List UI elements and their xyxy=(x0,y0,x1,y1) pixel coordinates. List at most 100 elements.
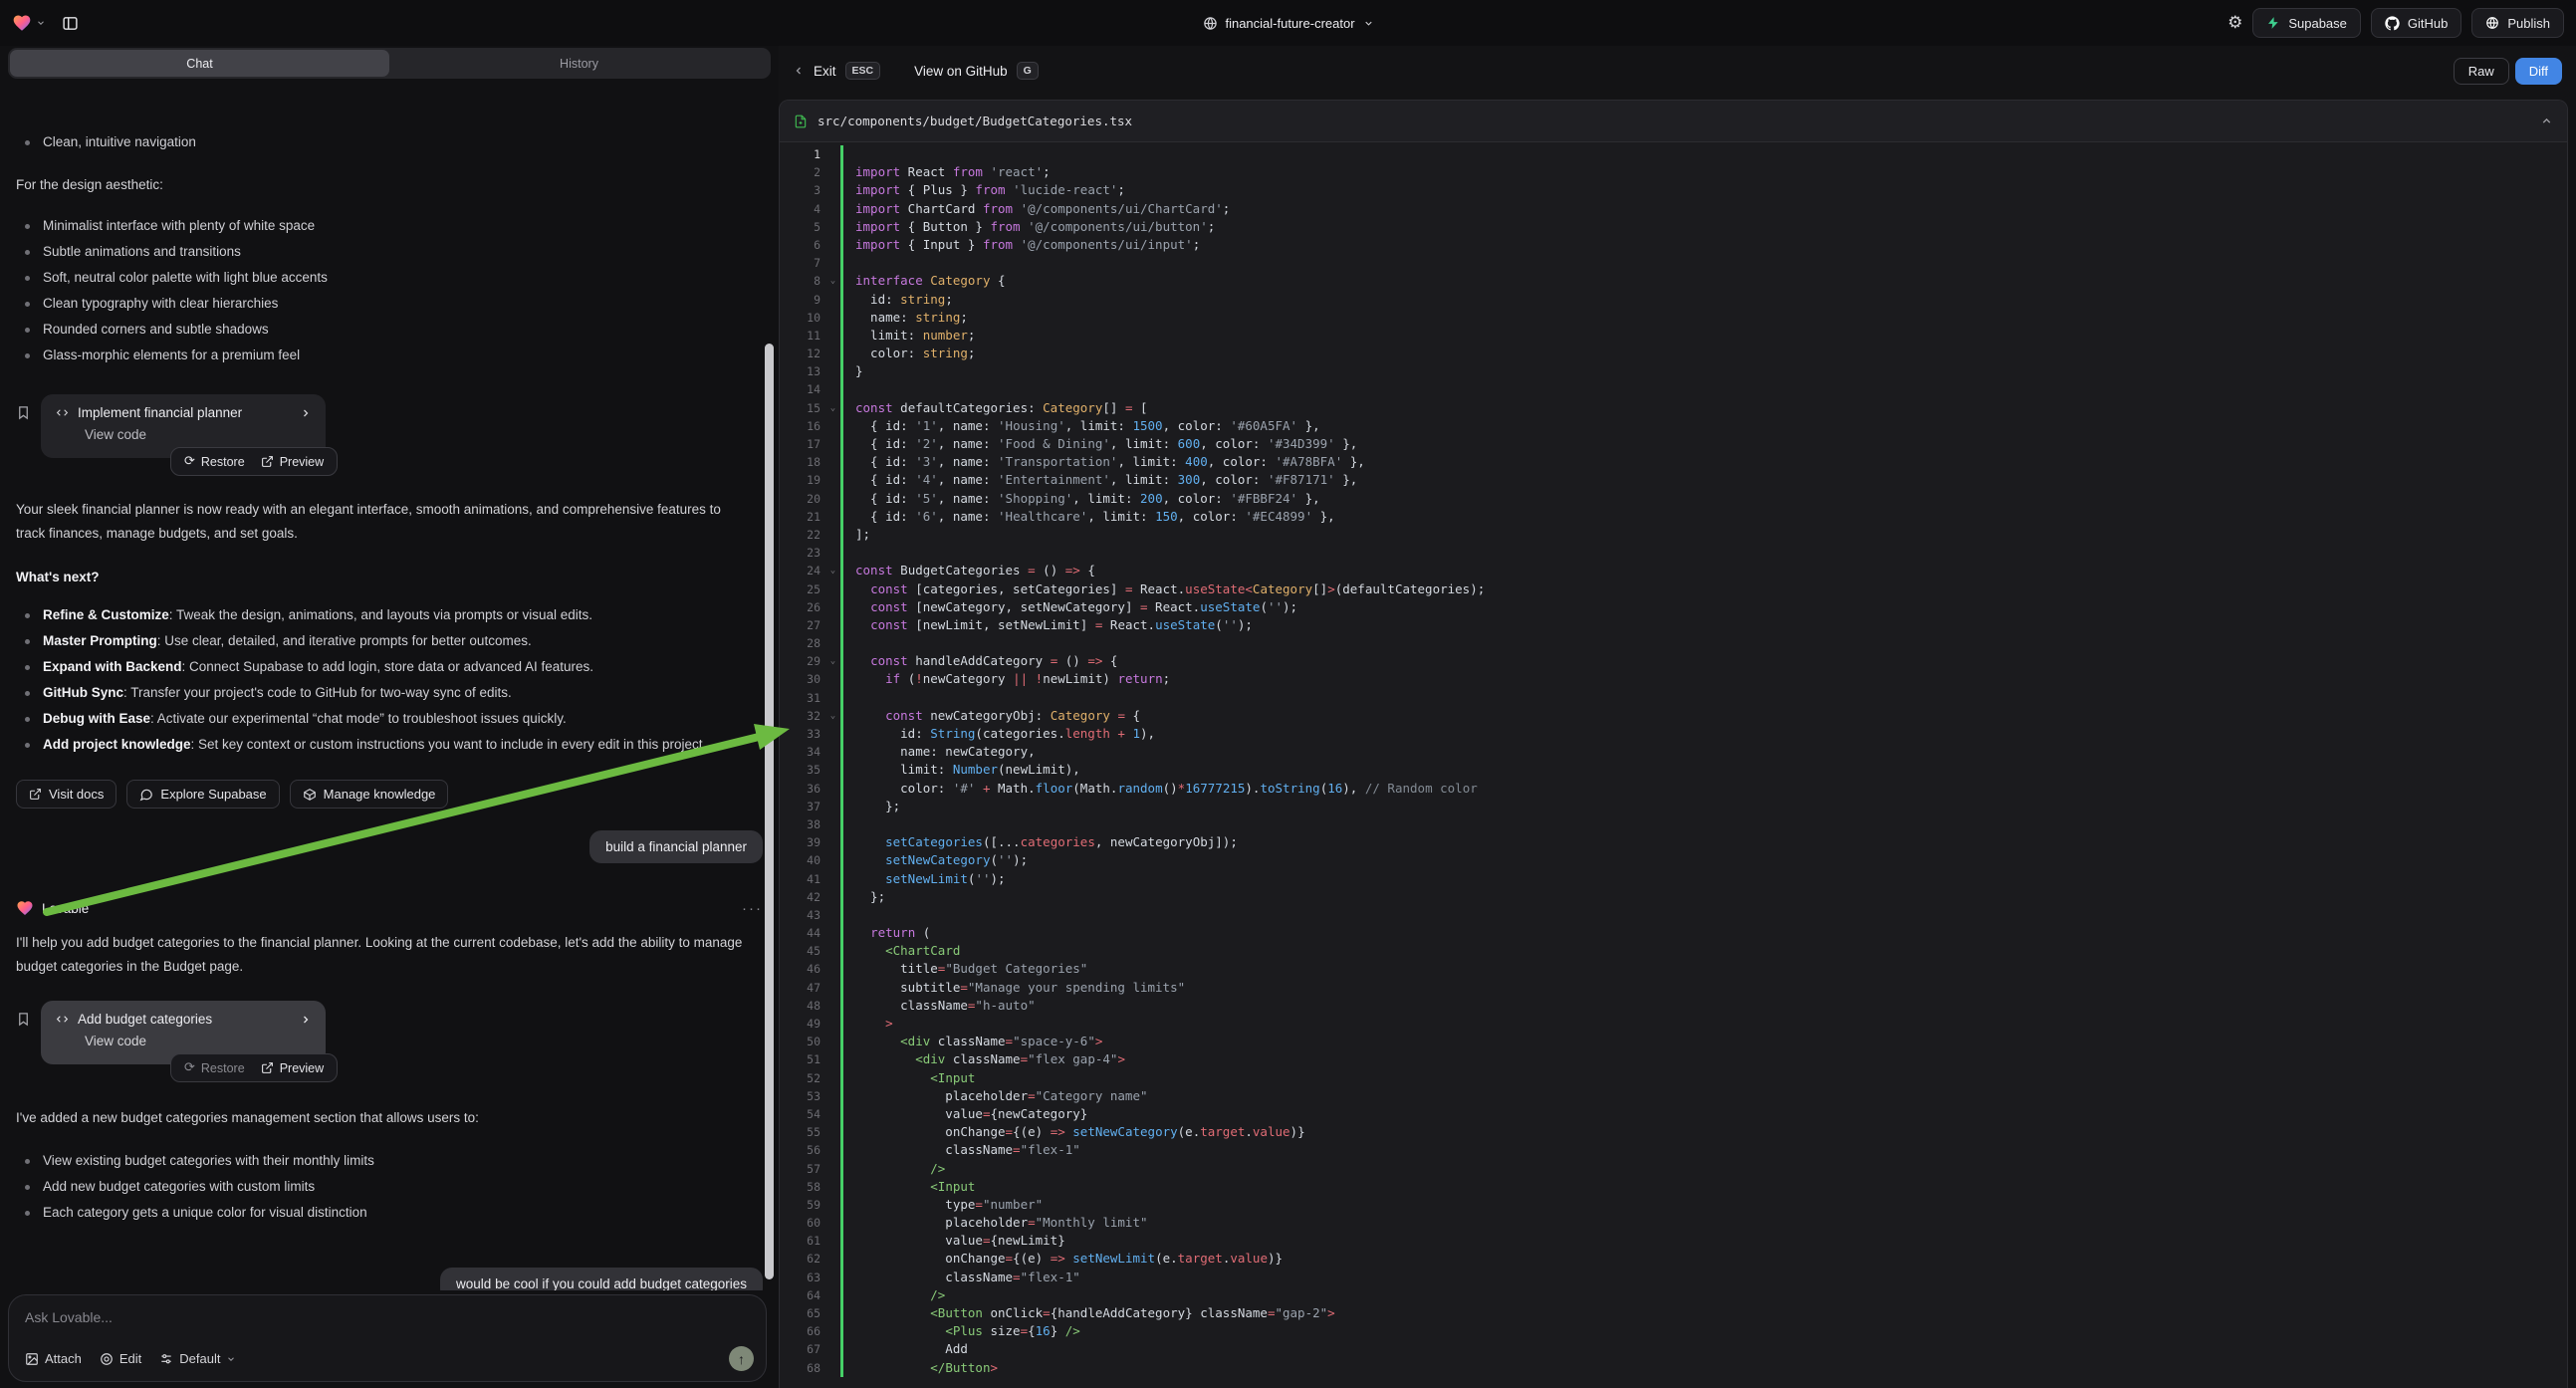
code-line: 55 onChange={(e) => setNewCategory(e.tar… xyxy=(780,1123,2567,1141)
code-line: 22]; xyxy=(780,526,2567,544)
fold-toggle-icon xyxy=(825,345,840,362)
fold-toggle-icon xyxy=(825,218,840,236)
code-line: 31 xyxy=(780,689,2567,707)
line-number: 18 xyxy=(780,453,825,471)
fold-toggle-icon xyxy=(825,634,840,652)
line-number: 61 xyxy=(780,1232,825,1250)
line-number: 59 xyxy=(780,1196,825,1214)
fold-toggle-icon xyxy=(825,417,840,435)
fold-toggle-icon xyxy=(825,997,840,1015)
mode-selector[interactable]: Default xyxy=(159,1351,236,1366)
line-number: 4 xyxy=(780,200,825,218)
project-name: financial-future-creator xyxy=(1225,16,1354,31)
code-line: 40 setNewCategory(''); xyxy=(780,851,2567,869)
quick-actions-row: Visit docs Explore Supabase Manage knowl… xyxy=(16,780,763,809)
visit-docs-button[interactable]: Visit docs xyxy=(16,780,117,809)
restore-button[interactable]: ⟳Restore xyxy=(184,454,245,469)
line-number: 12 xyxy=(780,345,825,362)
fold-toggle-icon[interactable]: ⌄ xyxy=(825,399,840,417)
chat-input-box[interactable]: Attach Edit Default ↑ xyxy=(8,1294,767,1382)
line-number: 28 xyxy=(780,634,825,652)
manage-knowledge-button[interactable]: Manage knowledge xyxy=(290,780,449,809)
fold-toggle-icon[interactable]: ⌄ xyxy=(825,652,840,670)
chevron-right-icon[interactable] xyxy=(300,407,312,419)
raw-toggle-button[interactable]: Raw xyxy=(2454,58,2509,85)
restore-button[interactable]: ⟳Restore xyxy=(184,1060,245,1075)
exit-button[interactable]: Exit ESC xyxy=(793,62,880,80)
code-line: 57 /> xyxy=(780,1160,2567,1178)
collapse-file-icon[interactable] xyxy=(2540,115,2553,127)
settings-gear-icon[interactable]: ⚙ xyxy=(2227,13,2242,33)
line-number: 30 xyxy=(780,670,825,688)
publish-button[interactable]: Publish xyxy=(2471,8,2564,38)
tab-chat[interactable]: Chat xyxy=(10,50,389,77)
code-line: 68 </Button> xyxy=(780,1359,2567,1377)
fold-toggle-icon xyxy=(825,1214,840,1232)
version-card-2[interactable]: Add budget categories View code ⟳Restore… xyxy=(41,1001,326,1064)
code-editor[interactable]: 12import React from 'react';3import { Pl… xyxy=(780,142,2567,1388)
bookmark-icon[interactable] xyxy=(16,1011,31,1064)
fold-toggle-icon[interactable]: ⌄ xyxy=(825,707,840,725)
added-bullet: Add new budget categories with custom li… xyxy=(16,1174,763,1200)
fold-toggle-icon xyxy=(825,236,840,254)
bookmark-icon[interactable] xyxy=(16,404,31,458)
chat-input-field[interactable] xyxy=(25,1309,750,1325)
project-switcher[interactable]: financial-future-creator xyxy=(1202,16,1373,31)
code-line: 47 subtitle="Manage your spending limits… xyxy=(780,979,2567,997)
chat-scrollbar-thumb[interactable] xyxy=(765,344,774,1279)
view-on-github-button[interactable]: View on GitHub G xyxy=(914,62,1039,80)
attach-button[interactable]: Attach xyxy=(25,1351,82,1366)
restore-icon: ⟳ xyxy=(184,1060,195,1075)
supabase-button[interactable]: Supabase xyxy=(2252,8,2361,38)
fold-toggle-icon xyxy=(825,1322,840,1340)
line-number: 40 xyxy=(780,851,825,869)
tab-history[interactable]: History xyxy=(389,50,769,77)
supabase-bolt-icon xyxy=(2266,16,2280,30)
chevron-right-icon[interactable] xyxy=(300,1014,312,1026)
fold-toggle-icon xyxy=(825,1286,840,1304)
code-line: 25 const [categories, setCategories] = R… xyxy=(780,580,2567,598)
code-line: 8⌄interface Category { xyxy=(780,272,2567,290)
fold-toggle-icon xyxy=(825,761,840,779)
fold-toggle-icon xyxy=(825,689,840,707)
line-number: 46 xyxy=(780,960,825,978)
target-icon xyxy=(100,1352,114,1366)
preview-button[interactable]: Preview xyxy=(261,455,324,469)
design-bullet: Rounded corners and subtle shadows xyxy=(16,317,763,343)
fold-toggle-icon xyxy=(825,362,840,380)
fold-toggle-icon xyxy=(825,181,840,199)
lovable-logo[interactable] xyxy=(12,13,46,33)
explore-supabase-button[interactable]: Explore Supabase xyxy=(126,780,279,809)
file-header[interactable]: src/components/budget/BudgetCategories.t… xyxy=(780,101,2567,142)
diff-toggle-button[interactable]: Diff xyxy=(2515,58,2562,85)
g-shortcut-badge: G xyxy=(1017,62,1039,80)
line-number: 39 xyxy=(780,833,825,851)
line-number: 49 xyxy=(780,1015,825,1033)
line-number: 67 xyxy=(780,1340,825,1358)
sidebar-toggle-button[interactable] xyxy=(54,8,86,38)
preview-button[interactable]: Preview xyxy=(261,1061,324,1075)
design-bullet: Minimalist interface with plenty of whit… xyxy=(16,213,763,239)
code-line: 33 id: String(categories.length + 1), xyxy=(780,725,2567,743)
list-item: Clean, intuitive navigation xyxy=(16,129,763,155)
code-line: 6import { Input } from '@/components/ui/… xyxy=(780,236,2567,254)
view-code-link[interactable]: View code xyxy=(85,1034,312,1048)
github-button[interactable]: GitHub xyxy=(2371,8,2461,38)
package-icon xyxy=(303,788,317,802)
view-code-link[interactable]: View code xyxy=(85,427,312,442)
more-options-icon[interactable]: ··· xyxy=(742,900,763,917)
code-line: 64 /> xyxy=(780,1286,2567,1304)
fold-toggle-icon xyxy=(825,906,840,924)
send-button[interactable]: ↑ xyxy=(729,1346,754,1371)
fold-toggle-icon xyxy=(825,979,840,997)
code-line: 11 limit: number; xyxy=(780,327,2567,345)
edit-mode-button[interactable]: Edit xyxy=(100,1351,141,1366)
fold-toggle-icon[interactable]: ⌄ xyxy=(825,272,840,290)
code-line: 58 <Input xyxy=(780,1178,2567,1196)
added-bullet: View existing budget categories with the… xyxy=(16,1148,763,1174)
fold-toggle-icon[interactable]: ⌄ xyxy=(825,562,840,579)
chat-scroll-area[interactable]: Clean, intuitive navigation For the desi… xyxy=(0,123,779,1290)
code-line: 63 className="flex-1" xyxy=(780,1269,2567,1286)
version-card-1[interactable]: Implement financial planner View code ⟳R… xyxy=(41,394,326,458)
chevron-down-icon xyxy=(36,18,46,28)
